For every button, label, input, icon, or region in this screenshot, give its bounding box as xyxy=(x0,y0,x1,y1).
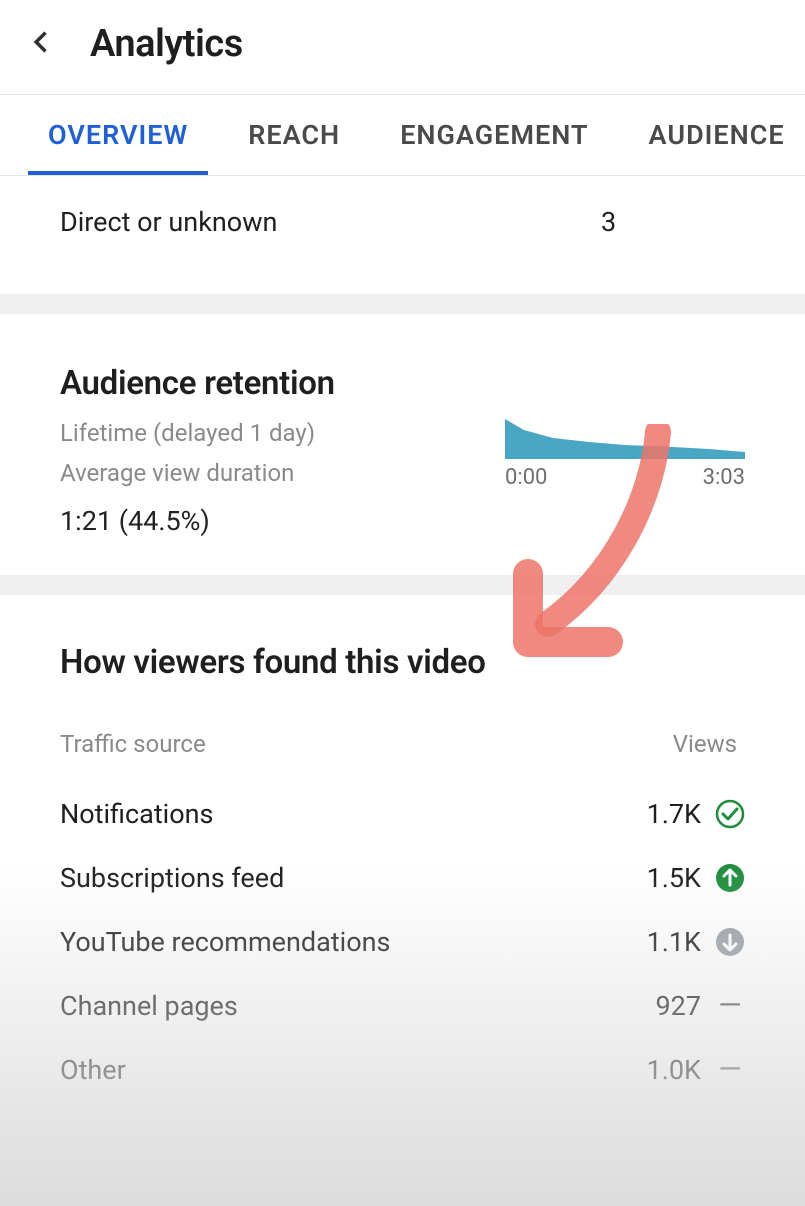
retention-time-start: 0:00 xyxy=(505,465,547,490)
traffic-row[interactable]: Notifications1.7K xyxy=(60,782,745,846)
traffic-label: Other xyxy=(60,1054,647,1086)
traffic-row[interactable]: YouTube recommendations1.1K xyxy=(60,910,745,974)
back-button[interactable] xyxy=(28,28,56,60)
trend-dash-icon: — xyxy=(715,1055,745,1085)
traffic-value: 1.1K xyxy=(647,926,701,958)
retention-value: 1:21 (44.5%) xyxy=(60,505,505,537)
traffic-row[interactable]: Subscriptions feed1.5K xyxy=(60,846,745,910)
traffic-row[interactable]: Other1.0K — xyxy=(60,1038,745,1102)
tab-overview[interactable]: OVERVIEW xyxy=(44,95,192,175)
trend-check-icon xyxy=(715,799,745,829)
retention-subtitle: Lifetime (delayed 1 day) xyxy=(60,419,505,447)
trend-up-icon xyxy=(715,863,745,893)
traffic-row[interactable]: Channel pages927 — xyxy=(60,974,745,1038)
section-traffic-sources: How viewers found this video Traffic sou… xyxy=(0,595,805,1132)
traffic-label: YouTube recommendations xyxy=(60,926,647,958)
traffic-label: Subscriptions feed xyxy=(60,862,647,894)
traffic-header: Traffic source Views xyxy=(60,730,745,758)
row-value: 3 xyxy=(525,206,745,238)
tab-reach[interactable]: REACH xyxy=(244,95,344,175)
traffic-label: Channel pages xyxy=(60,990,655,1022)
traffic-value: 1.7K xyxy=(647,798,701,830)
section-audience-retention: Audience retention Lifetime (delayed 1 d… xyxy=(0,314,805,575)
header: Analytics xyxy=(0,0,805,94)
col-source: Traffic source xyxy=(60,730,673,758)
col-views: Views xyxy=(673,730,745,758)
traffic-value: 1.0K xyxy=(647,1054,701,1086)
section-divider xyxy=(0,575,805,595)
tabs: OVERVIEW REACH ENGAGEMENT AUDIENCE xyxy=(0,94,805,176)
trend-down-icon xyxy=(715,927,745,957)
section-title: Audience retention xyxy=(60,364,745,403)
traffic-label: Notifications xyxy=(60,798,647,830)
tab-engagement[interactable]: ENGAGEMENT xyxy=(396,95,592,175)
trend-dash-icon: — xyxy=(715,991,745,1021)
section-title: How viewers found this video xyxy=(60,643,745,682)
row-label: Direct or unknown xyxy=(60,206,525,238)
row-direct-unknown: Direct or unknown 3 xyxy=(0,176,805,294)
page-title: Analytics xyxy=(90,22,243,66)
retention-avg-label: Average view duration xyxy=(60,459,505,487)
section-divider xyxy=(0,294,805,314)
traffic-value: 927 xyxy=(655,990,701,1022)
retention-chart[interactable]: 0:00 3:03 xyxy=(505,419,745,537)
retention-time-end: 3:03 xyxy=(703,465,745,490)
traffic-value: 1.5K xyxy=(647,862,701,894)
tab-audience[interactable]: AUDIENCE xyxy=(645,95,789,175)
